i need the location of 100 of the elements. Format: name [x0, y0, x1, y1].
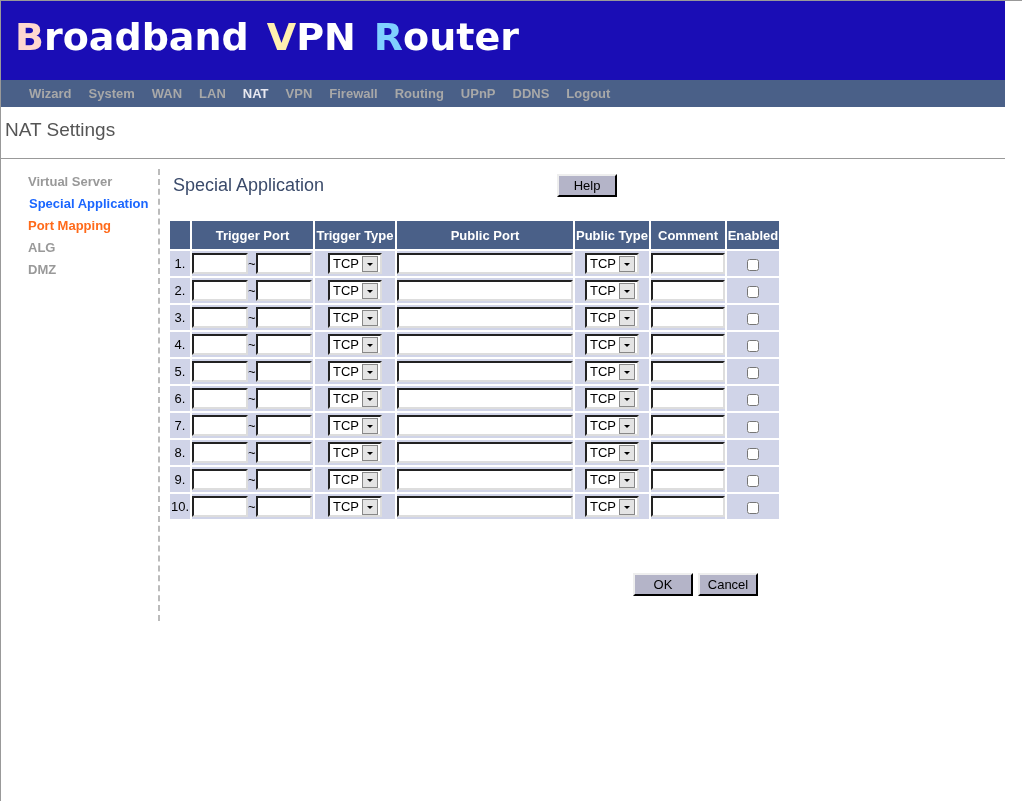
- tilde-separator: ~: [248, 310, 256, 325]
- comment-input[interactable]: [651, 469, 725, 490]
- sidebar-link[interactable]: Special Application: [29, 195, 158, 213]
- enabled-checkbox[interactable]: [747, 366, 759, 379]
- trigger-type-dropdown[interactable]: TCP: [328, 253, 382, 274]
- tilde-separator: ~: [248, 391, 256, 406]
- port-input[interactable]: [255, 496, 312, 517]
- comment-input[interactable]: [651, 415, 725, 436]
- help-button[interactable]: Help: [557, 173, 617, 197]
- public-type-dropdown[interactable]: TCP: [585, 496, 639, 517]
- port-input[interactable]: [192, 388, 248, 409]
- column-header: Trigger Port: [192, 221, 313, 249]
- public-port-input[interactable]: [397, 307, 573, 328]
- enabled-checkbox[interactable]: [747, 312, 759, 325]
- column-header: Public Type: [575, 221, 649, 249]
- enabled-checkbox[interactable]: [747, 420, 759, 433]
- trigger-type-dropdown[interactable]: TCP: [328, 469, 382, 490]
- public-type-dropdown[interactable]: TCP: [585, 415, 639, 436]
- comment-input[interactable]: [651, 361, 725, 382]
- enabled-checkbox[interactable]: [747, 393, 759, 406]
- public-type-dropdown[interactable]: TCP: [585, 442, 639, 463]
- port-input[interactable]: [192, 307, 248, 328]
- tilde-separator: ~: [248, 499, 256, 514]
- port-input[interactable]: [192, 415, 248, 436]
- port-input[interactable]: [192, 496, 248, 517]
- public-type-dropdown[interactable]: TCP: [585, 388, 639, 409]
- enabled-checkbox[interactable]: [747, 474, 759, 487]
- trigger-type-dropdown[interactable]: TCP: [328, 388, 382, 409]
- caret-icon: [619, 336, 635, 353]
- port-input[interactable]: [255, 388, 312, 409]
- caret-icon: [362, 336, 378, 353]
- tilde-separator: ~: [248, 337, 256, 352]
- port-input[interactable]: [255, 469, 312, 490]
- form-button[interactable]: OK: [633, 573, 693, 596]
- row-number: 5.: [170, 359, 190, 384]
- caret-icon: [619, 444, 635, 461]
- caret-icon: [362, 417, 378, 434]
- port-input[interactable]: [255, 361, 312, 382]
- comment-input[interactable]: [651, 334, 725, 355]
- trigger-type-dropdown[interactable]: TCP: [328, 442, 382, 463]
- port-input[interactable]: [255, 334, 312, 355]
- port-input[interactable]: [255, 415, 312, 436]
- port-input[interactable]: [192, 280, 248, 301]
- port-input[interactable]: [255, 280, 312, 301]
- public-port-input[interactable]: [397, 253, 573, 274]
- public-port-input[interactable]: [397, 361, 573, 382]
- enabled-checkbox[interactable]: [747, 339, 759, 352]
- logo-word: Broadband: [15, 15, 249, 59]
- port-input[interactable]: [255, 442, 312, 463]
- comment-input[interactable]: [651, 307, 725, 328]
- public-type-dropdown[interactable]: TCP: [585, 280, 639, 301]
- enabled-checkbox[interactable]: [747, 447, 759, 460]
- caret-icon: [619, 309, 635, 326]
- comment-input[interactable]: [651, 388, 725, 409]
- trigger-type-dropdown[interactable]: TCP: [328, 307, 382, 328]
- port-input[interactable]: [255, 307, 312, 328]
- trigger-type-dropdown[interactable]: TCP: [328, 280, 382, 301]
- comment-input[interactable]: [651, 442, 725, 463]
- trigger-type-dropdown[interactable]: TCP: [328, 361, 382, 382]
- comment-input[interactable]: [651, 496, 725, 517]
- caret-icon: [619, 363, 635, 380]
- port-input[interactable]: [192, 442, 248, 463]
- column-header: Public Port: [397, 221, 573, 249]
- form-button[interactable]: Cancel: [698, 573, 758, 596]
- caret-icon: [619, 417, 635, 434]
- trigger-type-dropdown[interactable]: TCP: [328, 415, 382, 436]
- nav-link[interactable]: NAT: [242, 86, 269, 101]
- caret-icon: [362, 255, 378, 272]
- public-type-dropdown[interactable]: TCP: [585, 469, 639, 490]
- port-input[interactable]: [192, 469, 248, 490]
- port-input[interactable]: [255, 253, 312, 274]
- enabled-checkbox[interactable]: [747, 285, 759, 298]
- public-port-input[interactable]: [397, 415, 573, 436]
- enabled-checkbox[interactable]: [747, 258, 759, 271]
- row-number: 6.: [170, 386, 190, 411]
- row-number: 9.: [170, 467, 190, 492]
- logo-word: VPN: [266, 15, 356, 59]
- trigger-type-dropdown[interactable]: TCP: [328, 496, 382, 517]
- port-input[interactable]: [192, 334, 248, 355]
- public-port-input[interactable]: [397, 469, 573, 490]
- public-type-dropdown[interactable]: TCP: [585, 307, 639, 328]
- column-header: Comment: [651, 221, 725, 249]
- port-input[interactable]: [192, 253, 248, 274]
- public-type-dropdown[interactable]: TCP: [585, 253, 639, 274]
- comment-input[interactable]: [651, 253, 725, 274]
- public-type-dropdown[interactable]: TCP: [585, 361, 639, 382]
- public-type-dropdown[interactable]: TCP: [585, 334, 639, 355]
- public-port-input[interactable]: [397, 496, 573, 517]
- trigger-type-dropdown[interactable]: TCP: [328, 334, 382, 355]
- enabled-checkbox[interactable]: [747, 501, 759, 514]
- public-port-input[interactable]: [397, 442, 573, 463]
- caret-icon: [362, 309, 378, 326]
- tilde-separator: ~: [248, 445, 256, 460]
- logo-word: Router: [373, 15, 519, 59]
- port-input[interactable]: [192, 361, 248, 382]
- public-port-input[interactable]: [397, 334, 573, 355]
- public-port-input[interactable]: [397, 388, 573, 409]
- public-port-input[interactable]: [397, 280, 573, 301]
- row-number: 4.: [170, 332, 190, 357]
- comment-input[interactable]: [651, 280, 725, 301]
